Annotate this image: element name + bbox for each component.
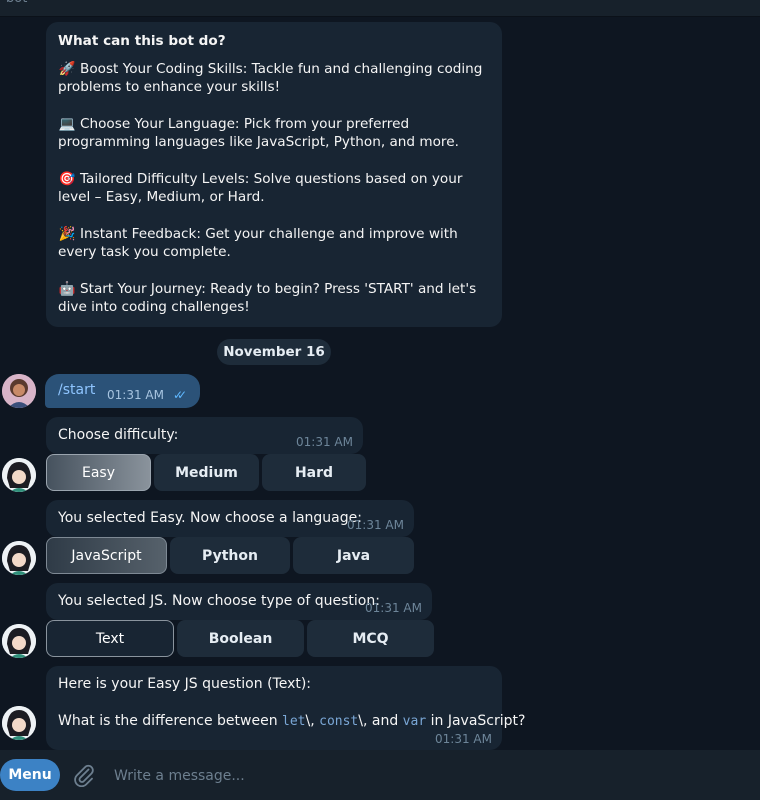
laptop-icon: 💻 [58, 115, 76, 132]
message-time: 01:31 AM [347, 518, 404, 532]
question-text-part: What is the difference between [58, 713, 283, 729]
question-text-part: \, and [358, 713, 403, 729]
party-popper-icon: 🎉 [58, 225, 76, 242]
message-composer: Menu [0, 750, 760, 800]
question-title: Here is your Easy JS question (Text): [58, 676, 312, 692]
bot-description-heading: What can this bot do? [58, 33, 226, 49]
menu-button[interactable]: Menu [0, 759, 60, 791]
intro-item: 🤖 Start Your Journey: Ready to begin? Pre… [58, 280, 490, 317]
code-let: let [282, 714, 306, 729]
easy-button[interactable]: Easy [46, 454, 151, 491]
bot-avatar[interactable] [2, 624, 36, 658]
message-text: You selected JS. Now choose type of ques… [58, 593, 380, 609]
message-input[interactable] [112, 763, 716, 789]
message-time: 01:31 AM [296, 435, 353, 449]
user-avatar[interactable] [2, 374, 36, 408]
start-command-link[interactable]: /start [58, 382, 95, 398]
code-var: var [402, 714, 427, 729]
intro-item: 🚀 Boost Your Coding Skills: Tackle fun an… [58, 60, 490, 97]
date-separator: November 16 [217, 339, 331, 365]
bot-message: Choose difficulty: 01:31 AM [46, 417, 363, 454]
message-text: You selected Easy. Now choose a language… [58, 510, 362, 526]
paperclip-icon[interactable] [72, 763, 96, 787]
intro-item: 💻 Choose Your Language: Pick from your pr… [58, 115, 490, 152]
question-message: Here is your Easy JS question (Text): Wh… [46, 666, 525, 750]
chat-title[interactable]: bot [6, 0, 27, 6]
message-time: 01:31 AM [365, 601, 422, 615]
bot-avatar[interactable] [2, 706, 36, 740]
message-text: Choose difficulty: [58, 427, 179, 443]
python-button[interactable]: Python [170, 537, 290, 574]
intro-item-text: Start Your Journey: Ready to begin? Pres… [58, 280, 477, 316]
boolean-button[interactable]: Boolean [177, 620, 304, 657]
inline-keyboard: JavaScript Python Java [46, 537, 414, 574]
inline-keyboard: Text Boolean MCQ [46, 620, 434, 657]
hard-button[interactable]: Hard [262, 454, 366, 491]
java-button[interactable]: Java [293, 537, 414, 574]
question-text-part: in JavaScript? [426, 713, 526, 729]
chat-header: bot [0, 0, 760, 17]
intro-item: 🎉 Instant Feedback: Get your challenge an… [58, 225, 490, 262]
message-time: 01:31 AM [435, 732, 492, 746]
medium-button[interactable]: Medium [154, 454, 259, 491]
inline-keyboard: Easy Medium Hard [46, 454, 366, 491]
intro-item-text: Boost Your Coding Skills: Tackle fun and… [58, 60, 483, 96]
intro-item: 🎯 Tailored Difficulty Levels: Solve quest… [58, 170, 490, 207]
bot-message: You selected JS. Now choose type of ques… [46, 583, 432, 620]
text-button[interactable]: Text [46, 620, 174, 657]
intro-item-text: Choose Your Language: Pick from your pre… [58, 115, 459, 151]
code-const: const [319, 714, 359, 729]
outgoing-message[interactable]: /start 01:31 AM ✓✓ [45, 374, 200, 408]
target-icon: 🎯 [58, 170, 76, 187]
bot-description-card: What can this bot do? 🚀 Boost Your Coding… [46, 22, 502, 327]
intro-item-text: Instant Feedback: Get your challenge and… [58, 225, 458, 261]
bot-message: You selected Easy. Now choose a language… [46, 500, 414, 537]
bot-avatar[interactable] [2, 541, 36, 575]
message-time: 01:31 AM [107, 388, 164, 402]
double-check-icon: ✓✓ [173, 388, 187, 402]
intro-item-text: Tailored Difficulty Levels: Solve questi… [58, 170, 463, 206]
bot-avatar[interactable] [2, 458, 36, 492]
question-text: What is the difference between let\, con… [58, 713, 525, 729]
javascript-button[interactable]: JavaScript [46, 537, 167, 574]
question-text-part: \, [305, 713, 320, 729]
rocket-icon: 🚀 [58, 60, 76, 77]
robot-icon: 🤖 [58, 280, 76, 297]
mcq-button[interactable]: MCQ [307, 620, 434, 657]
